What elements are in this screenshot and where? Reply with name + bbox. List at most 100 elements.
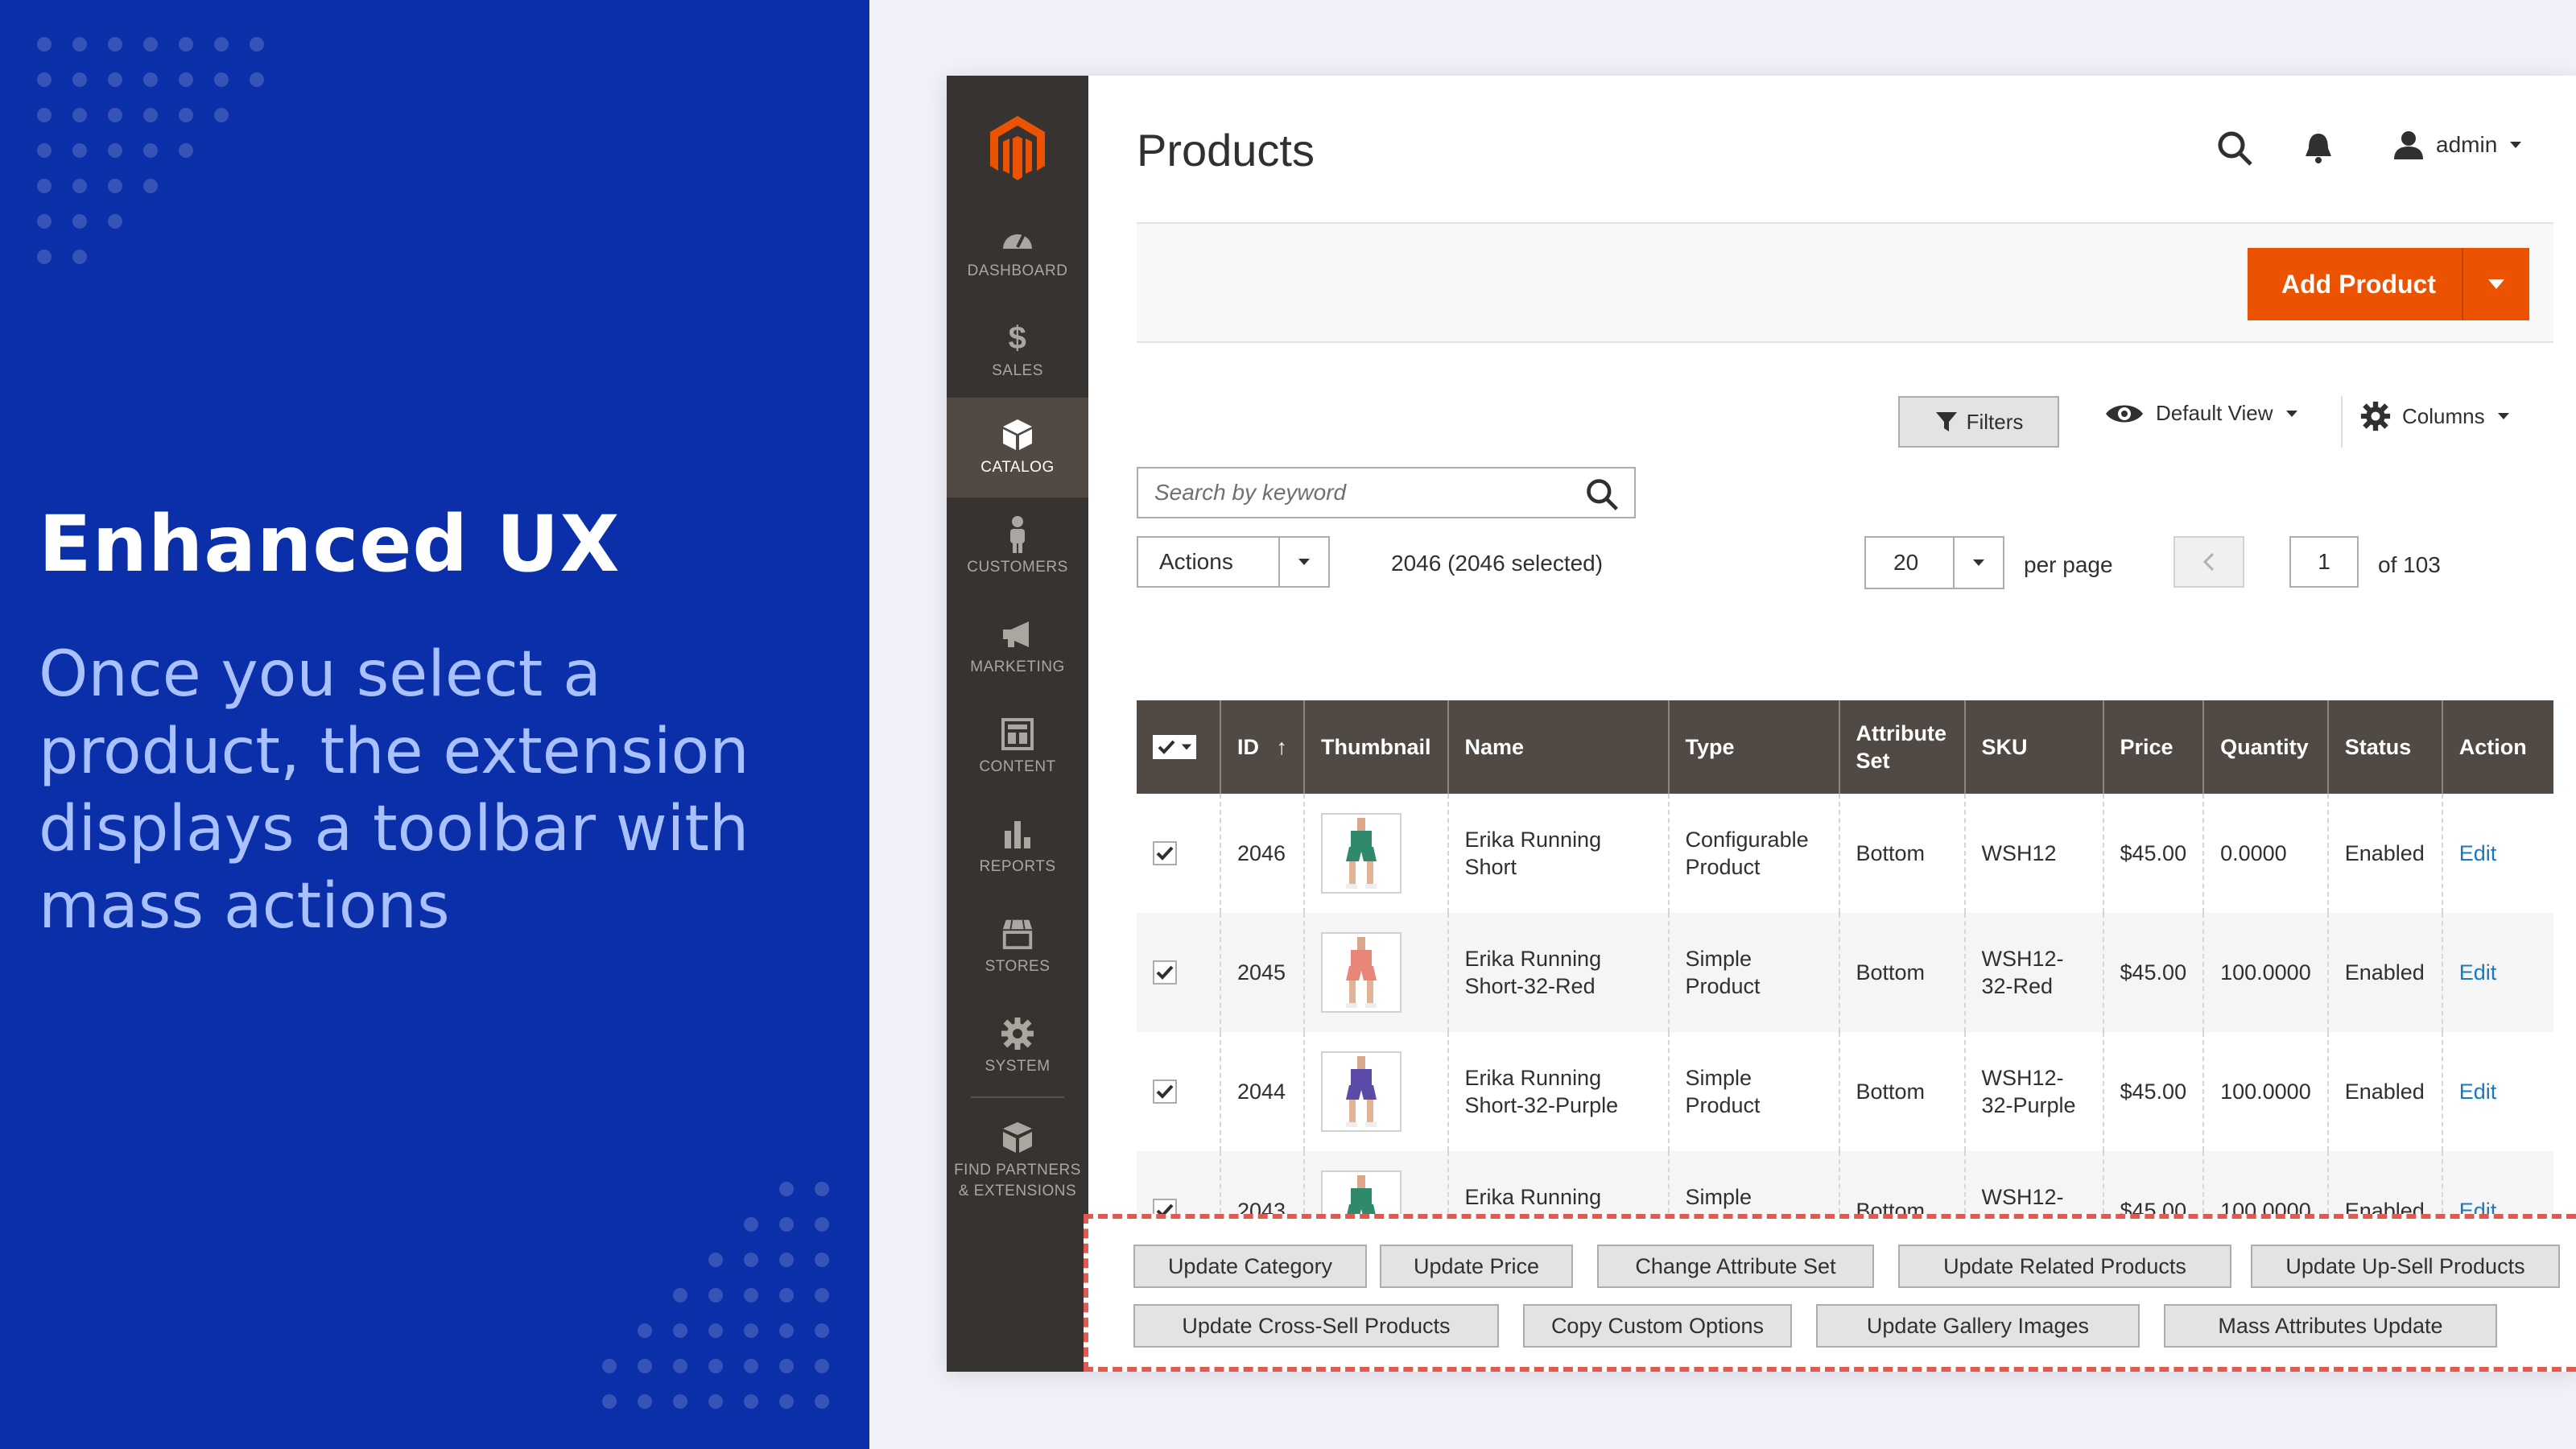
column-header-quantity[interactable]: Quantity	[2202, 700, 2328, 794]
table-row[interactable]: 2046 Erika Running Short Configurable Produc…	[1137, 794, 2553, 913]
column-header-sku[interactable]: SKU	[1963, 700, 2103, 794]
edit-link[interactable]: Edit	[2459, 1080, 2497, 1104]
cell-status: Enabled	[2326, 794, 2442, 913]
sidebar-item-label: STORES	[985, 958, 1051, 975]
search-icon[interactable]	[1584, 477, 1620, 512]
column-header-label: Set	[1856, 749, 1890, 773]
mass-action-change-attribute-set-button[interactable]: Change Attribute Set	[1597, 1245, 1874, 1288]
caret-down-icon	[1278, 538, 1328, 586]
bell-icon[interactable]	[2304, 130, 2336, 166]
toolbar-divider	[2341, 396, 2343, 448]
view-selector[interactable]: Default View	[2104, 401, 2299, 426]
table-row[interactable]: 2044 Erika Running Short-32-Purple Simple Pr…	[1137, 1032, 2553, 1151]
row-select-cell[interactable]	[1137, 1032, 1220, 1151]
sidebar-item-stores[interactable]: STORES	[947, 897, 1088, 997]
select-all-header[interactable]	[1137, 700, 1220, 794]
edit-link[interactable]: Edit	[2459, 841, 2497, 865]
promo-body: Once you select a product, the extension…	[39, 638, 749, 943]
cell-price: $45.00	[2102, 1032, 2204, 1151]
sidebar-item-catalog[interactable]: CATALOG	[947, 398, 1088, 497]
add-product-button[interactable]: Add Product	[2248, 248, 2529, 320]
sidebar-item-reports[interactable]: REPORTS	[947, 797, 1088, 897]
box-icon	[1000, 417, 1035, 452]
sidebar-item-label: CUSTOMERS	[967, 559, 1068, 576]
mass-actions-select[interactable]: Actions	[1137, 536, 1330, 588]
per-page-value: 20	[1893, 550, 1919, 575]
sidebar-item-label: DASHBOARD	[967, 262, 1068, 279]
filters-button[interactable]: Filters	[1898, 396, 2059, 448]
checkmark-icon	[1156, 846, 1174, 861]
product-thumbnail[interactable]	[1321, 932, 1402, 1013]
keyword-search-input[interactable]: Search by keyword	[1137, 467, 1636, 518]
sidebar-item-marketing[interactable]: MARKETING	[947, 597, 1088, 697]
sidebar-item-content[interactable]: CONTENT	[947, 697, 1088, 797]
cell-action: Edit	[2441, 794, 2553, 913]
cell-action: Edit	[2441, 913, 2553, 1032]
user-menu[interactable]: admin	[2392, 129, 2523, 161]
column-header-price[interactable]: Price	[2102, 700, 2204, 794]
product-thumbnail[interactable]	[1321, 813, 1402, 894]
sidebar-item-system[interactable]: SYSTEM	[947, 997, 1088, 1096]
cell-name-line: Short	[1464, 855, 1517, 879]
row-checkbox[interactable]	[1153, 960, 1177, 985]
cell-type-line: Product	[1685, 1093, 1761, 1117]
columns-selector[interactable]: Columns	[2360, 401, 2511, 431]
previous-page-button[interactable]	[2174, 536, 2244, 588]
edit-link[interactable]: Edit	[2459, 960, 2497, 985]
chevron-left-icon	[2202, 552, 2215, 572]
mass-action-mass-attributes-update-button[interactable]: Mass Attributes Update	[2164, 1304, 2497, 1348]
cell-name-line: Short-32-Red	[1464, 974, 1596, 998]
sidebar-item-label: MARKETING	[970, 658, 1065, 675]
column-header-action: Action	[2441, 700, 2553, 794]
column-header-name[interactable]: Name	[1447, 700, 1669, 794]
column-header-status[interactable]: Status	[2326, 700, 2442, 794]
records-selected-count: 2046 (2046 selected)	[1391, 551, 1604, 576]
checkmark-icon	[1156, 1084, 1174, 1099]
magento-logo-icon[interactable]	[947, 100, 1088, 196]
column-header-attribute-set[interactable]: Attribute Set	[1838, 700, 1965, 794]
mass-action-copy-custom-options-button[interactable]: Copy Custom Options	[1523, 1304, 1792, 1348]
table-row[interactable]: 2045 Erika Running Short-32-Red Simple Produ…	[1137, 913, 2553, 1032]
mass-action-update-cross-sell-products-button[interactable]: Update Cross-Sell Products	[1133, 1304, 1499, 1348]
mass-action-update-related-products-button[interactable]: Update Related Products	[1898, 1245, 2231, 1288]
sidebar-item-dashboard[interactable]: DASHBOARD	[947, 201, 1088, 301]
column-header-thumbnail: Thumbnail	[1303, 700, 1448, 794]
columns-label: Columns	[2402, 403, 2485, 428]
cell-type-line: Simple	[1685, 1185, 1752, 1209]
product-thumbnail[interactable]	[1321, 1051, 1402, 1132]
cell-sku: WSH12	[1963, 794, 2103, 913]
sidebar-item-sales[interactable]: $ SALES	[947, 301, 1088, 401]
caret-down-icon	[2488, 279, 2504, 289]
filters-label: Filters	[1966, 409, 2024, 434]
column-header-id[interactable]: ID ↑	[1220, 700, 1304, 794]
sidebar-item-customers[interactable]: CUSTOMERS	[947, 497, 1088, 597]
global-search-icon[interactable]	[2215, 129, 2256, 169]
mass-action-update-price-button[interactable]: Update Price	[1380, 1245, 1573, 1288]
cell-sku-line: WSH12	[1981, 841, 2057, 865]
cubes-icon	[1000, 1120, 1035, 1155]
row-select-cell[interactable]	[1137, 794, 1220, 913]
mass-action-update-category-button[interactable]: Update Category	[1133, 1245, 1367, 1288]
decorative-dots-bottom	[602, 1182, 829, 1409]
row-select-cell[interactable]	[1137, 913, 1220, 1032]
cell-type-line: Product	[1685, 855, 1761, 879]
select-all-checkbox[interactable]	[1153, 735, 1196, 759]
promo-panel: Enhanced UX Once you select a product, t…	[0, 0, 869, 1449]
column-header-type[interactable]: Type	[1667, 700, 1839, 794]
cell-name-line: Erika Running	[1464, 828, 1602, 852]
cell-quantity: 100.0000	[2202, 913, 2328, 1032]
mass-action-update-up-sell-products-button[interactable]: Update Up-Sell Products	[2251, 1245, 2560, 1288]
megaphone-icon	[1000, 617, 1035, 652]
mass-action-update-gallery-images-button[interactable]: Update Gallery Images	[1816, 1304, 2140, 1348]
sidebar-item-partners[interactable]: FIND PARTNERS & EXTENSIONS	[947, 1104, 1088, 1217]
sidebar-item-label: & EXTENSIONS	[958, 1183, 1077, 1199]
current-page-input[interactable]: 1	[2289, 536, 2359, 588]
main-content: Products admin Add Product Filters Defau…	[1088, 76, 2576, 1372]
per-page-select[interactable]: 20	[1864, 536, 2004, 589]
gear-icon	[1000, 1016, 1035, 1051]
cell-name-line: Erika Running	[1464, 1066, 1602, 1090]
row-checkbox[interactable]	[1153, 1080, 1177, 1104]
add-product-dropdown-toggle[interactable]	[2462, 248, 2529, 320]
row-checkbox[interactable]	[1153, 841, 1177, 865]
add-product-label: Add Product	[2281, 269, 2436, 299]
